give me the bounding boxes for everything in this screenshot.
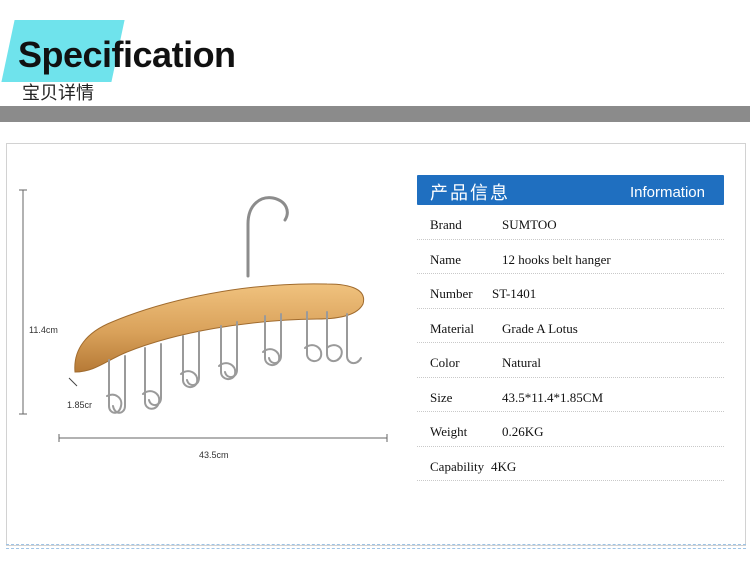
spec-label: Brand [430, 217, 462, 232]
spec-row-weight: Weight 0.26KG [417, 412, 724, 447]
spec-value: ST-1401 [492, 286, 537, 301]
spec-label: Weight [430, 424, 468, 439]
spec-label: Size [430, 389, 453, 405]
spec-value: Grade A Lotus [502, 320, 578, 336]
spec-header-cn: 产品信息 [430, 183, 510, 204]
spec-row-number: Number ST-1401 [417, 274, 724, 309]
spec-row-size: Size 43.5*11.4*1.85CM [417, 378, 724, 412]
spec-label: Capability [430, 458, 485, 474]
spec-value: 4KG [491, 458, 517, 474]
spec-row-name: Name 12 hooks belt hanger [417, 240, 724, 274]
spec-value: 12 hooks belt hanger [502, 251, 611, 267]
page-subtitle: 宝贝详情 [22, 83, 94, 104]
footer-dashed-line [6, 548, 746, 549]
spec-row-brand: Brand SUMTOO [417, 205, 724, 240]
spec-header-en: Information [629, 184, 705, 201]
height-dimension-label: 11.4cm [29, 325, 58, 335]
spec-header: 产品信息 Information [417, 175, 724, 205]
width-dimension-line [58, 434, 388, 442]
spec-row-material: Material Grade A Lotus [417, 309, 724, 343]
hanger-illustration: 11.4cm 1.85cr 43.5cm [19, 189, 388, 460]
spec-value: Natural [502, 355, 541, 370]
spec-value: SUMTOO [502, 217, 557, 232]
spec-label: Material [430, 320, 475, 336]
spec-row-capability: Capability 4KG [417, 447, 724, 481]
spec-label: Number [430, 286, 473, 301]
spec-value: 43.5*11.4*1.85CM [502, 389, 603, 405]
hanger-hook [246, 196, 289, 278]
spec-value: 0.26KG [502, 424, 544, 439]
spec-label: Color [430, 355, 460, 370]
page-title: Specification [18, 34, 236, 75]
product-frame: 11.4cm 1.85cr 43.5cm 产品信息 Information Br… [6, 143, 746, 546]
spec-row-color: Color Natural [417, 343, 724, 378]
thickness-dimension-label: 1.85cr [67, 400, 92, 410]
height-dimension-line [19, 189, 27, 415]
header-divider-band [0, 106, 750, 122]
product-image: 11.4cm 1.85cr 43.5cm [7, 144, 407, 545]
footer-dashed-line [6, 544, 746, 545]
spec-table: 产品信息 Information Brand SUMTOO Name 12 ho… [417, 175, 724, 481]
width-dimension-label: 43.5cm [199, 450, 229, 460]
spec-label: Name [430, 251, 462, 267]
thickness-dimension-line [68, 377, 78, 387]
